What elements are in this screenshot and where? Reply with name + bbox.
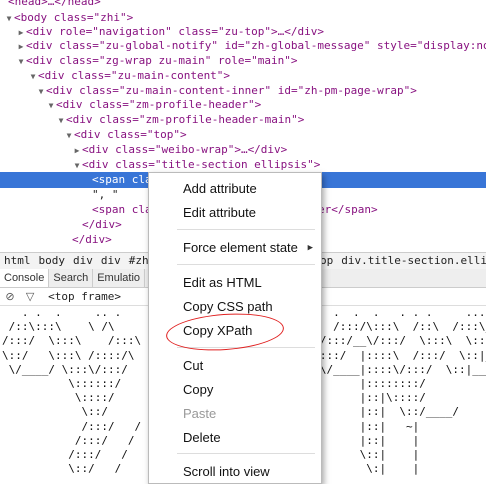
breadcrumb-item[interactable]: body <box>35 254 70 267</box>
breadcrumb-item[interactable]: div <box>97 254 125 267</box>
tree-row[interactable]: ▼ <div class="zu-main-content"> <box>0 68 230 84</box>
filter-icon[interactable]: ▽ <box>23 289 37 306</box>
menu-item-edit-attribute[interactable]: Edit attribute <box>183 205 256 220</box>
tree-row[interactable]: ▼ <div class="zm-profile-header"> <box>0 97 262 113</box>
menu-item-add-attribute[interactable]: Add attribute <box>183 181 257 196</box>
tree-row[interactable]: ▼ <div class="zg-wrap zu-main" role="main… <box>0 53 298 69</box>
breadcrumb-item[interactable]: div.title-section.ellipsis <box>337 254 486 267</box>
menu-item-paste: Paste <box>183 406 217 421</box>
menu-separator <box>177 453 315 454</box>
breadcrumb-item[interactable]: div <box>69 254 97 267</box>
tree-row[interactable]: </div> <box>0 232 112 248</box>
tree-row[interactable]: ▼ <div class="top"> <box>0 127 187 143</box>
tree-row-tail: er</span> <box>318 203 378 216</box>
tree-row[interactable]: <span cla <box>0 202 152 218</box>
menu-item-cut[interactable]: Cut <box>183 358 203 373</box>
menu-item-copy-css-path[interactable]: Copy CSS path <box>183 299 273 314</box>
tree-row[interactable]: ▼ <div class="zm-profile-header-main"> <box>0 112 305 128</box>
frame-selector[interactable]: <top frame> <box>48 290 121 303</box>
menu-separator <box>177 264 315 265</box>
tab-console[interactable]: Console <box>0 269 50 287</box>
menu-item-force-element-state[interactable]: Force element state <box>183 240 298 255</box>
menu-item-copy[interactable]: Copy <box>183 382 213 397</box>
tab-search[interactable]: Search <box>49 269 94 287</box>
menu-item-edit-as-html[interactable]: Edit as HTML <box>183 275 262 290</box>
tree-row[interactable]: ▶ <div class="weibo-wrap">…</div> <box>0 142 288 158</box>
tab-emulation[interactable]: Emulatio <box>93 269 146 287</box>
tree-row[interactable]: ▶ <div class="zu-global-notify" id="zh-gl… <box>0 38 486 54</box>
clear-console-icon[interactable]: ⊘ <box>3 289 17 306</box>
tree-row[interactable]: ▼ <div class="title-section ellipsis"> <box>0 157 321 173</box>
tree-row[interactable]: <head>…</head> <box>0 0 101 10</box>
menu-separator <box>177 229 315 230</box>
tree-row[interactable]: </div> <box>0 217 122 233</box>
breadcrumb-item[interactable]: html <box>0 254 35 267</box>
menu-item-delete[interactable]: Delete <box>183 430 221 445</box>
tree-row[interactable]: ", " <box>0 187 119 203</box>
submenu-arrow-icon: ▶ <box>307 243 313 253</box>
